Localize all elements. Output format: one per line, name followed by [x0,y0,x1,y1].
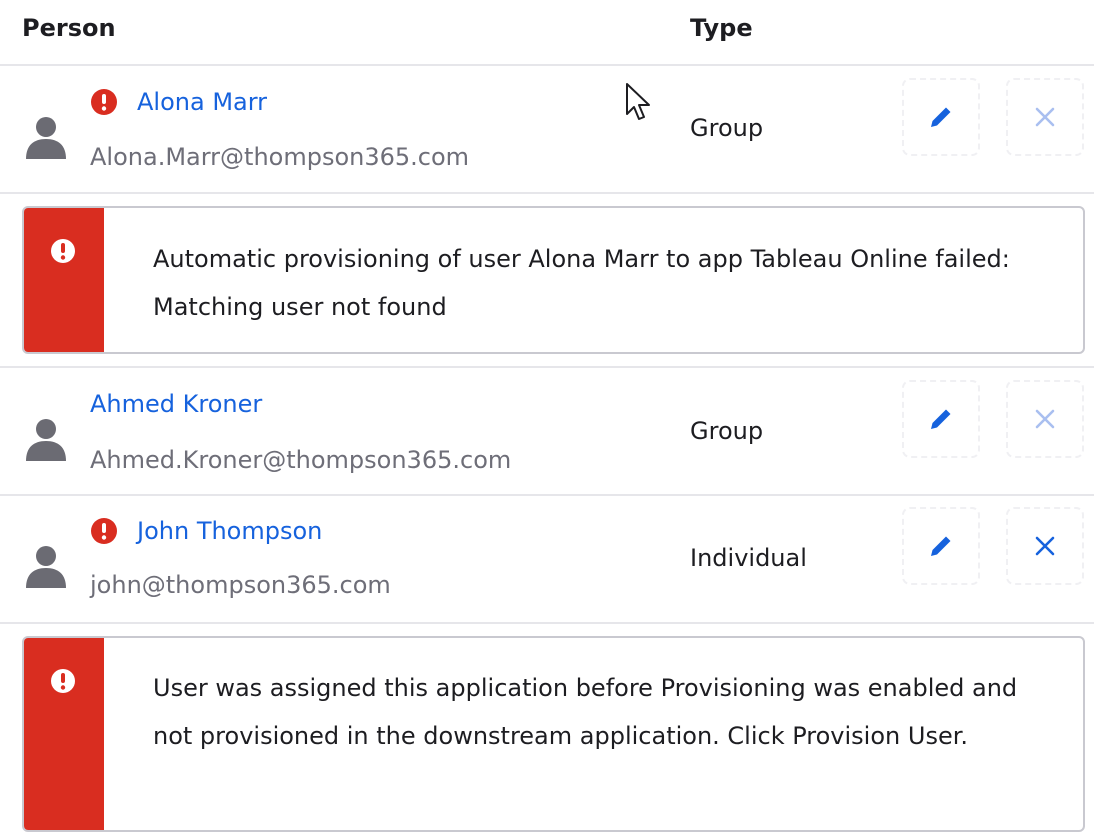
person-email: Ahmed.Kroner@thompson365.com [90,446,512,474]
edit-button[interactable] [902,507,980,585]
person-name-link[interactable]: John Thompson [137,517,322,545]
pencil-icon [931,536,951,556]
close-icon [1035,107,1055,127]
close-icon [1035,536,1055,556]
person-icon [26,117,66,159]
person-column-header: Person [22,14,116,42]
error-icon [51,239,75,263]
table-row: John Thompson john@thompson365.com Indiv… [0,496,1094,624]
error-icon [51,669,75,693]
error-banner-accent [24,208,104,352]
remove-button[interactable] [1006,78,1084,156]
remove-button[interactable] [1006,380,1084,458]
person-email: Alona.Marr@thompson365.com [90,143,470,171]
error-message: Automatic provisioning of user Alona Mar… [153,245,1010,321]
assignment-type: Group [690,417,764,445]
person-email: john@thompson365.com [90,571,391,599]
error-icon [91,518,117,544]
error-banner: Automatic provisioning of user Alona Mar… [22,206,1085,354]
edit-button[interactable] [902,380,980,458]
assignment-type: Individual [690,544,807,572]
type-column-header: Type [690,14,753,42]
edit-button[interactable] [902,78,980,156]
person-name-link[interactable]: Alona Marr [137,88,267,116]
error-message: User was assigned this application befor… [153,674,1018,750]
table-row: Ahmed Kroner Ahmed.Kroner@thompson365.co… [0,366,1094,496]
assignment-type: Group [690,114,764,142]
pencil-icon [931,409,951,429]
mouse-cursor-icon [626,83,650,120]
error-banner-accent [24,638,104,830]
close-icon [1035,409,1055,429]
pencil-icon [931,107,951,127]
remove-button[interactable] [1006,507,1084,585]
error-banner: User was assigned this application befor… [22,636,1085,832]
person-icon [26,419,66,461]
person-name-link[interactable]: Ahmed Kroner [90,390,262,418]
table-row: Alona Marr Alona.Marr@thompson365.com Gr… [0,66,1094,194]
person-icon [26,546,66,588]
assignments-table: Person Type Alona Marr Alona.Marr@thomps… [0,0,1094,840]
table-header: Person Type [0,0,1094,66]
error-icon [91,89,117,115]
